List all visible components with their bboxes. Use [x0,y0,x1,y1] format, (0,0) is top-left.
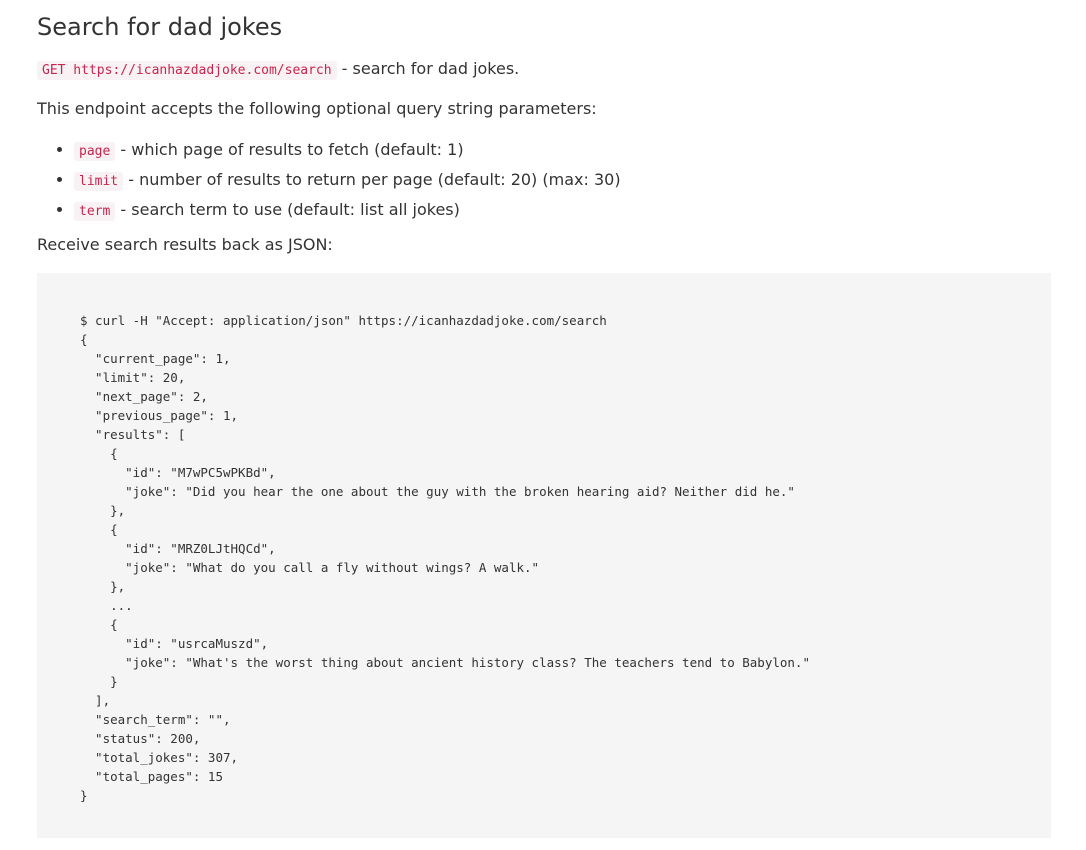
section-heading: Search for dad jokes [37,13,283,41]
param-name: limit [74,172,124,191]
param-item-term: term - search term to use (default: list… [74,196,621,226]
param-item-limit: limit - number of results to return per … [74,166,621,196]
receive-text: Receive search results back as JSON: [37,235,333,254]
params-intro: This endpoint accepts the following opti… [37,99,597,118]
param-description: - which page of results to fetch (defaul… [115,140,464,159]
param-item-page: page - which page of results to fetch (d… [74,136,621,166]
params-list: page - which page of results to fetch (d… [37,136,621,226]
param-name: term [74,202,116,221]
param-description: - number of results to return per page (… [123,170,621,189]
param-description: - search term to use (default: list all … [115,200,460,219]
param-name: page [74,142,116,161]
code-sample-block: $ curl -H "Accept: application/json" htt… [37,273,1051,838]
endpoint-code: GET https://icanhazdadjoke.com/search [37,61,337,80]
endpoint-description: - search for dad jokes. [336,59,520,78]
endpoint-line: GET https://icanhazdadjoke.com/search - … [37,58,519,82]
